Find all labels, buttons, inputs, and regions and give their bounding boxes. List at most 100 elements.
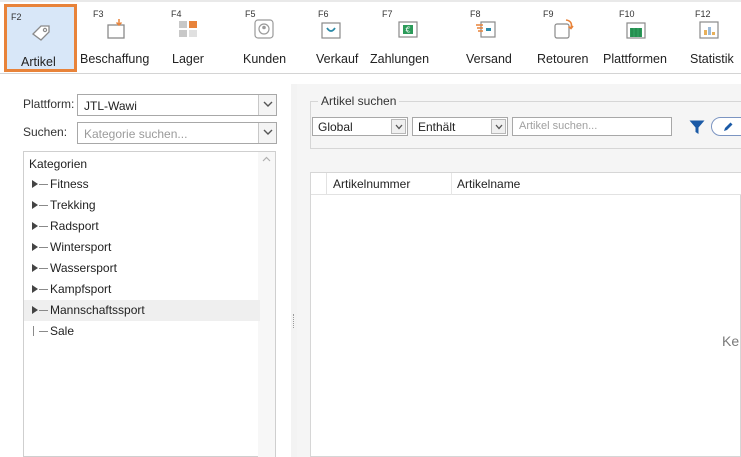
- ribbon-toolbar: F2 Artikel F3 Beschaffung F4 Lager F5 Ku…: [0, 0, 741, 74]
- article-panel: Artikel suchen Global Enthält Artikel su…: [297, 84, 741, 457]
- platform-dropdown-button[interactable]: [258, 95, 276, 115]
- svg-text:€: €: [405, 26, 410, 35]
- category-panel: Plattform: JTL-Wawi Suchen: Kategorie su…: [15, 84, 290, 457]
- ribbon-button-label: Kunden: [243, 52, 287, 66]
- tree-item-label: Kampfsport: [50, 282, 112, 296]
- ribbon-button-verkauf[interactable]: F6 Verkauf: [310, 4, 360, 72]
- column-header-artikelname[interactable]: Artikelname: [457, 177, 520, 191]
- tree-item-sale[interactable]: Sale: [24, 321, 260, 342]
- ribbon-button-label: Beschaffung: [80, 52, 150, 66]
- expand-arrow-icon[interactable]: [32, 264, 38, 272]
- category-tree-scrollbar[interactable]: [258, 152, 275, 457]
- tree-item-label: Mannschaftssport: [50, 303, 145, 317]
- search-scope-select[interactable]: Global: [312, 117, 408, 136]
- tree-item-trekking[interactable]: Trekking: [24, 195, 260, 216]
- article-search-placeholder: Artikel suchen...: [519, 120, 598, 132]
- tree-connector: [39, 205, 48, 206]
- filter-icon[interactable]: [689, 120, 705, 135]
- ribbon-button-artikel[interactable]: F2 Artikel: [4, 4, 77, 72]
- ribbon-button-lager[interactable]: F4 Lager: [160, 4, 210, 72]
- ribbon-button-label: Verkauf: [316, 52, 359, 66]
- tree-connector: [39, 289, 48, 290]
- tree-item-label: Wassersport: [50, 261, 117, 275]
- ribbon-button-label: Versand: [466, 52, 512, 66]
- ribbon-top-border: [0, 0, 741, 2]
- article-search-title: Artikel suchen: [318, 94, 400, 108]
- search-scope-value: Global: [318, 120, 353, 134]
- category-search-dropdown-button[interactable]: [258, 123, 276, 143]
- ribbon-button-label: Lager: [172, 52, 204, 66]
- warehouse-blocks-icon: [179, 21, 197, 37]
- platform-store-icon: [626, 22, 646, 39]
- chevron-down-icon: [495, 124, 503, 130]
- ribbon-button-plattformen[interactable]: F10 Plattformen: [602, 4, 677, 72]
- shortcut-key: F7: [382, 9, 393, 19]
- tree-item-wassersport[interactable]: Wassersport: [24, 258, 260, 279]
- expand-arrow-icon[interactable]: [32, 306, 38, 314]
- tree-item-kampfsport[interactable]: Kampfsport: [24, 279, 260, 300]
- tree-connector: [39, 226, 48, 227]
- shortcut-key: F3: [93, 9, 104, 19]
- shortcut-key: F2: [11, 12, 22, 22]
- tree-item-wintersport[interactable]: Wintersport: [24, 237, 260, 258]
- tree-connector: [39, 184, 48, 185]
- article-tag-icon: [32, 25, 50, 41]
- chevron-down-icon: [263, 129, 273, 135]
- tree-item-label: Wintersport: [50, 240, 112, 254]
- shipping-truck-icon: [476, 21, 496, 38]
- category-tree[interactable]: Kategorien Fitness Trekking Radsport Win…: [23, 151, 276, 457]
- ribbon-button-label: Plattformen: [603, 52, 667, 66]
- ribbon-button-statistik[interactable]: F12 Statistik: [685, 4, 741, 72]
- expand-arrow-icon[interactable]: [32, 201, 38, 209]
- row-selector-header[interactable]: [311, 173, 327, 195]
- edit-search-button[interactable]: [711, 117, 741, 136]
- customer-person-icon: [254, 19, 274, 39]
- tree-item-label: Fitness: [50, 177, 89, 191]
- sales-cart-icon: [321, 22, 341, 39]
- pencil-icon: [724, 122, 733, 131]
- tree-item-label: Radsport: [50, 219, 99, 233]
- expand-arrow-icon[interactable]: [32, 180, 38, 188]
- tree-item-radsport[interactable]: Radsport: [24, 216, 260, 237]
- platform-select[interactable]: JTL-Wawi: [77, 94, 277, 116]
- ribbon-button-versand[interactable]: F8 Versand: [462, 4, 517, 72]
- category-search-input[interactable]: Kategorie suchen...: [77, 122, 277, 144]
- match-mode-dropdown-button[interactable]: [491, 119, 506, 134]
- platform-value: JTL-Wawi: [84, 99, 137, 113]
- expand-arrow-icon[interactable]: [32, 222, 38, 230]
- procurement-box-icon: [107, 19, 125, 39]
- tree-item-fitness[interactable]: Fitness: [24, 174, 260, 195]
- chevron-down-icon: [395, 124, 403, 130]
- tree-connector: [39, 310, 48, 311]
- chevron-down-icon: [263, 101, 273, 107]
- scroll-up-arrow-icon[interactable]: [262, 156, 271, 162]
- column-header-artikelnummer[interactable]: Artikelnummer: [333, 177, 410, 191]
- tree-item-mannschaftssport[interactable]: Mannschaftssport: [24, 300, 260, 321]
- ribbon-button-zahlungen[interactable]: F7 € Zahlungen: [368, 4, 448, 72]
- splitter-grip[interactable]: [293, 314, 295, 328]
- search-scope-dropdown-button[interactable]: [391, 119, 406, 134]
- article-search-input[interactable]: Artikel suchen...: [512, 117, 672, 136]
- match-mode-select[interactable]: Enthält: [412, 117, 508, 136]
- ribbon-button-label: Statistik: [690, 52, 734, 66]
- tree-connector: [39, 331, 48, 332]
- platform-label: Plattform:: [23, 97, 75, 111]
- ribbon-button-kunden[interactable]: F5 Kunden: [234, 4, 289, 72]
- expand-arrow-icon[interactable]: [32, 243, 38, 251]
- payment-euro-icon: €: [398, 21, 418, 38]
- tree-connector: [39, 247, 48, 248]
- ribbon-button-label: Retouren: [537, 52, 589, 66]
- returns-arrow-icon: [554, 19, 574, 39]
- ribbon-button-beschaffung[interactable]: F3 Beschaffung: [80, 4, 150, 72]
- ribbon-button-retouren[interactable]: F9 Retouren: [535, 4, 595, 72]
- tree-item-label: Sale: [50, 324, 75, 338]
- statistics-chart-icon: [699, 21, 719, 39]
- tree-item-label: Trekking: [50, 198, 96, 212]
- category-tree-header: Kategorien: [29, 157, 88, 171]
- empty-grid-message: Ke: [722, 333, 740, 349]
- article-grid[interactable]: Artikelnummer Artikelname Ke: [310, 172, 741, 457]
- category-search-placeholder: Kategorie suchen...: [84, 127, 188, 141]
- ribbon-button-label: Zahlungen: [370, 52, 430, 66]
- expand-arrow-icon[interactable]: [32, 285, 38, 293]
- column-separator[interactable]: [451, 173, 452, 195]
